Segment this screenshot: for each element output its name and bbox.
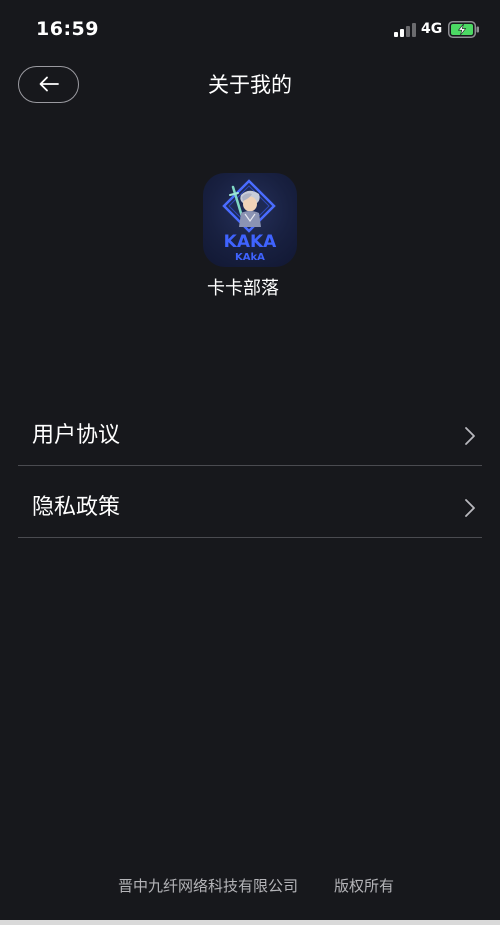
chevron-right-icon — [465, 499, 475, 517]
app-name: 卡卡部落 — [207, 278, 279, 299]
menu-item-label: 隐私政策 — [32, 495, 121, 520]
divider — [18, 465, 482, 466]
chevron-right-icon — [465, 427, 475, 445]
cellular-signal-icon — [394, 23, 418, 37]
menu-item-privacy-policy[interactable]: 隐私政策 — [18, 478, 482, 538]
footer-company: 晋中九纤网络科技有限公司 — [117, 877, 298, 895]
logo-subtext: KAkA — [235, 252, 265, 263]
status-bar: 16:59 4G — [0, 0, 500, 56]
network-type-label: 4G — [421, 21, 443, 37]
footer: 晋中九纤网络科技有限公司 版权所有 — [0, 875, 500, 896]
menu-item-label: 用户协议 — [32, 423, 121, 448]
divider — [18, 537, 482, 538]
footer-rights: 版权所有 — [334, 877, 395, 895]
page-title: 关于我的 — [208, 73, 292, 97]
battery-charging-icon — [448, 21, 480, 38]
bottom-edge — [0, 920, 500, 925]
menu-item-user-agreement[interactable]: 用户协议 — [18, 406, 482, 466]
logo-text: KAKA — [224, 232, 278, 252]
status-time: 16:59 — [36, 18, 99, 40]
app-logo: KAKA KAkA — [203, 173, 297, 267]
